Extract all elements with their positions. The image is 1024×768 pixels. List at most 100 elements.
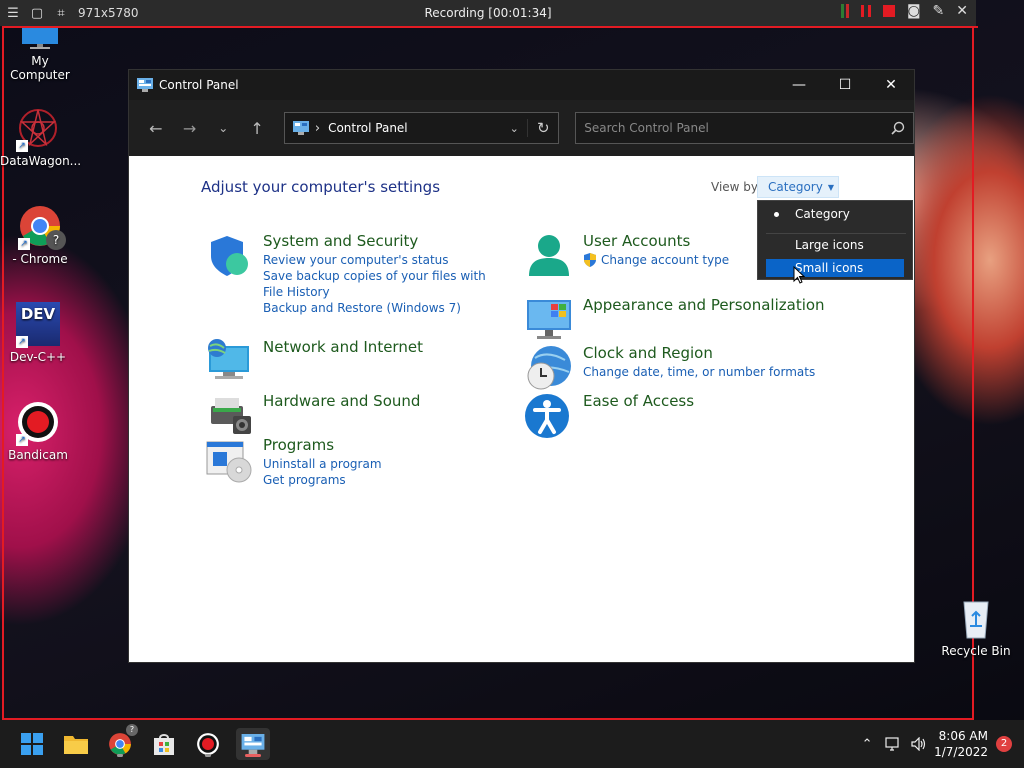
desktop-icon-label: Recycle Bin	[941, 644, 1011, 658]
desktop-icon-chrome[interactable]: ? ↗ - Chrome	[2, 204, 78, 266]
desktop-icon-bandicam[interactable]: ↗ Bandicam	[0, 400, 76, 462]
address-bar[interactable]: › Control Panel ⌄ ↻	[283, 112, 560, 144]
audio-level-icon	[840, 4, 849, 18]
close-button[interactable]: ✕	[868, 70, 914, 100]
control-panel-icon	[137, 78, 153, 92]
category-title[interactable]: User Accounts	[583, 232, 690, 250]
network-globe-icon	[208, 339, 249, 379]
store-bag-icon	[154, 734, 174, 755]
recorder-toolbar: ☰ ▢ ⌗ 971x5780 Recording [00:01:34] ◙ ✎ …	[0, 0, 976, 26]
link-get-programs[interactable]: Get programs	[263, 472, 503, 488]
category-title[interactable]: Clock and Region	[583, 344, 713, 362]
windows-logo-icon	[21, 733, 43, 755]
crop-icon[interactable]: ⌗	[54, 6, 68, 21]
monitor-icon	[22, 28, 58, 49]
dev-logo-text: DEV	[20, 305, 56, 323]
address-text: Control Panel	[328, 121, 408, 135]
recycle-bin-icon	[963, 601, 989, 639]
address-dropdown-button[interactable]: ⌄	[501, 122, 527, 135]
control-panel-window: Control Panel — ☐ ✕ ← → ⌄ ↑ › Control Pa…	[129, 70, 915, 662]
desktop-icon-label: Dev-C++	[9, 350, 67, 364]
user-icon	[529, 235, 569, 276]
forward-button[interactable]: →	[175, 113, 205, 143]
category-title[interactable]: Network and Internet	[263, 338, 423, 356]
menu-item-category[interactable]: Category	[766, 205, 904, 223]
menu-icon[interactable]: ☰	[6, 6, 20, 21]
taskbar-clock[interactable]: 8:06 AM 1/7/2022	[934, 728, 988, 760]
stop-icon[interactable]	[882, 5, 895, 17]
notification-badge[interactable]: 2	[996, 736, 1012, 752]
chrome-icon	[109, 733, 131, 755]
shortcut-arrow-icon: ↗	[16, 434, 28, 446]
start-button[interactable]	[16, 728, 48, 760]
view-by-menu: Category Large icons Small icons	[757, 200, 913, 280]
link-change-date-formats[interactable]: Change date, time, or number formats	[583, 364, 823, 380]
link-backup-restore[interactable]: Backup and Restore (Windows 7)	[263, 300, 503, 316]
menu-item-small-icons[interactable]: Small icons	[766, 259, 904, 277]
desktop-icon-my-computer[interactable]: My Computer	[2, 28, 78, 82]
search-input[interactable]: Search Control Panel	[576, 121, 709, 135]
category-title[interactable]: Appearance and Personalization	[583, 296, 825, 314]
category-title[interactable]: System and Security	[263, 232, 418, 250]
recent-locations-button[interactable]: ⌄	[208, 113, 238, 143]
close-icon[interactable]: ✕	[956, 4, 968, 18]
radio-bullet-icon	[774, 212, 779, 217]
pause-icon[interactable]	[860, 5, 871, 17]
pen-icon[interactable]: ✎	[933, 4, 945, 18]
menu-separator	[766, 233, 906, 234]
taskbar-bandicam[interactable]	[192, 728, 224, 760]
desktop-icon-datawagon[interactable]: ↗ DataWagon...	[0, 106, 82, 168]
clock-globe-icon	[527, 346, 571, 390]
minimize-button[interactable]: —	[776, 70, 822, 100]
control-panel-icon	[292, 121, 309, 135]
refresh-button[interactable]: ↻	[527, 119, 558, 137]
mouse-cursor-icon	[793, 266, 805, 284]
breadcrumb-chevron-icon[interactable]: ›	[315, 121, 320, 136]
up-button[interactable]: ↑	[242, 113, 272, 143]
navigation-bar: ← → ⌄ ↑ › Control Panel ⌄ ↻ Search Contr…	[129, 100, 915, 156]
category-title[interactable]: Programs	[263, 436, 334, 454]
caret-down-icon: ▼	[827, 182, 834, 192]
volume-icon[interactable]	[908, 733, 930, 755]
taskbar-control-panel[interactable]	[236, 728, 270, 760]
category-title[interactable]: Ease of Access	[583, 392, 694, 410]
link-file-history[interactable]: Save backup copies of your files with Fi…	[263, 268, 503, 300]
menu-item-large-icons[interactable]: Large icons	[766, 236, 904, 254]
desktop-icon-label: DataWagon...	[0, 154, 82, 168]
link-review-status[interactable]: Review your computer's status	[263, 252, 503, 268]
shortcut-arrow-icon: ↗	[16, 140, 28, 152]
recording-status: Recording [00:01:34]	[424, 6, 552, 20]
desktop-icon-devcpp[interactable]: DEV ↗ Dev-C++	[0, 302, 76, 364]
network-icon[interactable]	[882, 733, 904, 755]
view-by-value: Category	[768, 180, 823, 194]
taskbar-file-explorer[interactable]	[60, 728, 92, 760]
maximize-button[interactable]: ☐	[822, 70, 868, 100]
desktop-icon-label: - Chrome	[12, 252, 68, 266]
view-by-dropdown[interactable]: Category ▼	[757, 176, 839, 198]
taskbar-store[interactable]	[148, 728, 180, 760]
window-titlebar[interactable]: Control Panel — ☐ ✕	[129, 70, 914, 100]
category-title[interactable]: Hardware and Sound	[263, 392, 420, 410]
menu-item-label: Small icons	[795, 261, 864, 275]
search-icon[interactable]	[883, 121, 913, 135]
appearance-monitor-icon	[527, 300, 571, 339]
desktop-icon-label: Bandicam	[8, 448, 68, 462]
camera-icon[interactable]: ◙	[907, 4, 921, 18]
clock-time: 8:06 AM	[938, 729, 988, 743]
folder-icon	[64, 736, 88, 754]
window-select-icon[interactable]: ▢	[30, 6, 44, 21]
link-uninstall-program[interactable]: Uninstall a program	[263, 456, 503, 472]
clock-date: 1/7/2022	[934, 745, 988, 759]
link-label[interactable]: Change account type	[601, 252, 729, 268]
desktop-icon-recycle-bin[interactable]: Recycle Bin	[938, 596, 1014, 658]
menu-item-label: Category	[795, 207, 850, 221]
shortcut-arrow-icon: ↗	[18, 238, 30, 250]
back-button[interactable]: ←	[141, 113, 171, 143]
programs-icon	[206, 441, 252, 483]
chevron-up-icon[interactable]: ⌃	[856, 733, 878, 755]
view-by-label: View by:	[711, 180, 762, 194]
taskbar-chrome[interactable]: ?	[104, 724, 138, 760]
search-box[interactable]: Search Control Panel	[575, 112, 915, 144]
chrome-profile-badge: ?	[126, 724, 138, 736]
printer-icon	[211, 398, 251, 434]
